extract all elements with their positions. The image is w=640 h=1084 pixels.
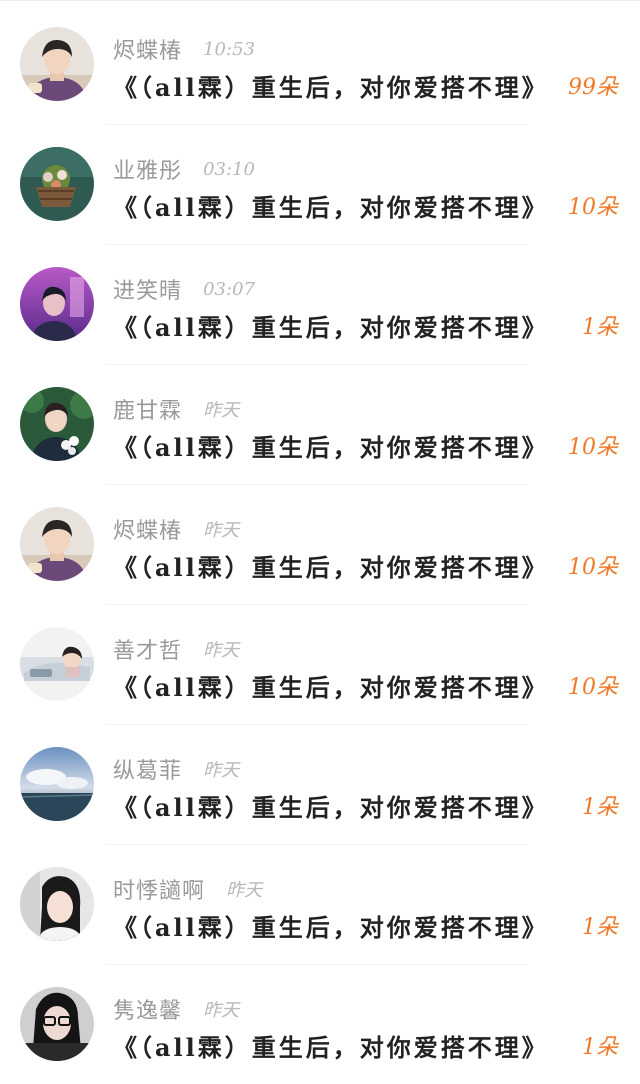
avatar-image	[20, 267, 94, 341]
timestamp: 03:07	[203, 278, 255, 300]
avatar[interactable]	[20, 147, 94, 221]
avatar[interactable]	[20, 267, 94, 341]
timestamp: 昨天	[203, 400, 240, 421]
timestamp: 10:53	[203, 38, 255, 60]
avatar-image	[20, 987, 94, 1061]
avatar[interactable]	[20, 387, 94, 461]
timestamp: 昨天	[203, 760, 240, 781]
sender-name: 善才哲	[113, 639, 183, 664]
list-item[interactable]: 时悸讁啊 昨天 《（all霖）重生后，对你爱搭不理》 1朵	[0, 845, 640, 965]
timestamp: 昨天	[203, 640, 240, 661]
list-item[interactable]: 纵葛菲 昨天 《（all霖）重生后，对你爱搭不理》 1朵	[0, 725, 640, 845]
message-list: 烬蝶椿 10:53 《（all霖）重生后，对你爱搭不理》 99朵 业雅彤 03:…	[0, 0, 640, 1084]
message-preview: 《（all霖）重生后，对你爱搭不理》	[113, 1033, 549, 1062]
message-preview: 《（all霖）重生后，对你爱搭不理》	[113, 553, 549, 582]
avatar[interactable]	[20, 867, 94, 941]
list-item[interactable]: 隽逸馨 昨天 《（all霖）重生后，对你爱搭不理》 1朵	[0, 965, 640, 1084]
avatar-image	[20, 27, 94, 101]
sender-name: 业雅彤	[113, 159, 183, 184]
avatar-image	[20, 747, 94, 821]
sender-name: 时悸讁啊	[113, 879, 206, 904]
avatar-image	[20, 507, 94, 581]
message-preview: 《（all霖）重生后，对你爱搭不理》	[113, 73, 549, 102]
gift-count: 1朵	[582, 915, 618, 940]
sender-name: 鹿甘霖	[113, 399, 183, 424]
avatar[interactable]	[20, 627, 94, 701]
gift-count: 1朵	[582, 795, 618, 820]
list-item[interactable]: 烬蝶椿 10:53 《（all霖）重生后，对你爱搭不理》 99朵	[0, 5, 640, 125]
avatar-image	[20, 387, 94, 461]
sender-name: 隽逸馨	[113, 999, 183, 1024]
gift-count: 99朵	[568, 75, 618, 100]
avatar-image	[20, 147, 94, 221]
gift-count: 10朵	[568, 675, 618, 700]
gift-count: 1朵	[582, 315, 618, 340]
message-preview: 《（all霖）重生后，对你爱搭不理》	[113, 313, 549, 342]
gift-count: 10朵	[568, 195, 618, 220]
message-preview: 《（all霖）重生后，对你爱搭不理》	[113, 673, 549, 702]
timestamp: 昨天	[203, 1000, 240, 1021]
message-preview: 《（all霖）重生后，对你爱搭不理》	[113, 433, 549, 462]
sender-name: 进笑晴	[113, 279, 183, 304]
list-item[interactable]: 鹿甘霖 昨天 《（all霖）重生后，对你爱搭不理》 10朵	[0, 365, 640, 485]
gift-count: 10朵	[568, 435, 618, 460]
timestamp: 昨天	[203, 520, 240, 541]
message-preview: 《（all霖）重生后，对你爱搭不理》	[113, 793, 549, 822]
sender-name: 烬蝶椿	[113, 519, 183, 544]
gift-count: 1朵	[582, 1035, 618, 1060]
avatar[interactable]	[20, 507, 94, 581]
gift-count: 10朵	[568, 555, 618, 580]
avatar[interactable]	[20, 747, 94, 821]
message-preview: 《（all霖）重生后，对你爱搭不理》	[113, 913, 549, 942]
avatar-image	[20, 627, 94, 701]
avatar[interactable]	[20, 27, 94, 101]
list-item[interactable]: 善才哲 昨天 《（all霖）重生后，对你爱搭不理》 10朵	[0, 605, 640, 725]
list-item[interactable]: 进笑晴 03:07 《（all霖）重生后，对你爱搭不理》 1朵	[0, 245, 640, 365]
message-preview: 《（all霖）重生后，对你爱搭不理》	[113, 193, 549, 222]
avatar-image	[20, 867, 94, 941]
timestamp: 03:10	[203, 158, 255, 180]
sender-name: 烬蝶椿	[113, 39, 183, 64]
avatar[interactable]	[20, 987, 94, 1061]
list-item[interactable]: 烬蝶椿 昨天 《（all霖）重生后，对你爱搭不理》 10朵	[0, 485, 640, 605]
timestamp: 昨天	[226, 880, 263, 901]
sender-name: 纵葛菲	[113, 759, 183, 784]
list-item[interactable]: 业雅彤 03:10 《（all霖）重生后，对你爱搭不理》 10朵	[0, 125, 640, 245]
